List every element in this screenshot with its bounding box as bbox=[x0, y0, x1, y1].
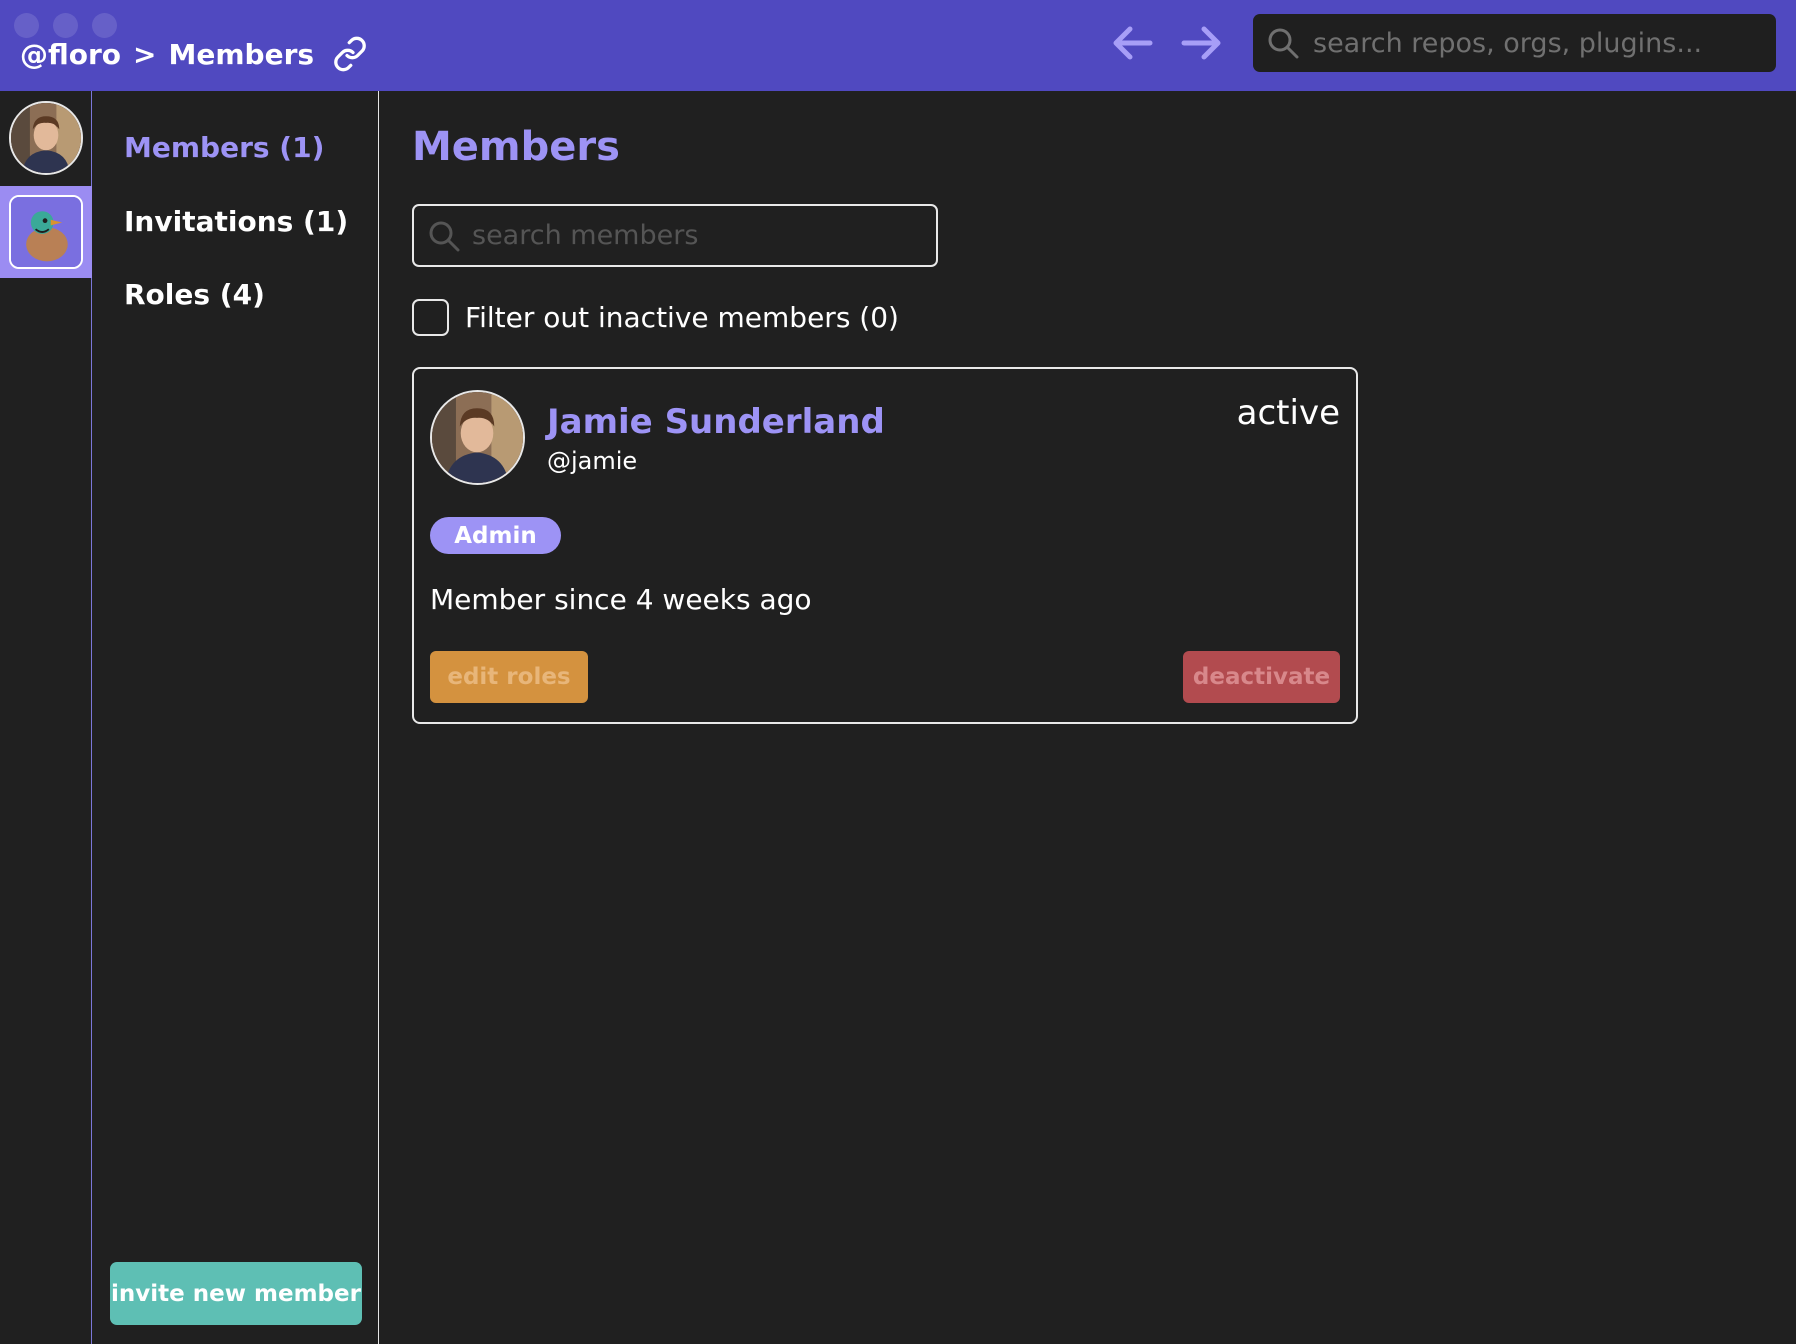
app-window: @floro > Members search repos, orgs, plu… bbox=[0, 0, 1796, 1344]
breadcrumb-page: Members bbox=[168, 37, 315, 71]
global-search-input[interactable] bbox=[1313, 27, 1753, 59]
account-rail bbox=[0, 91, 92, 1344]
sidebar-item-roles[interactable]: Roles (4) bbox=[124, 278, 265, 311]
member-status: active bbox=[1236, 393, 1340, 433]
breadcrumb-org[interactable]: @floro bbox=[20, 38, 121, 71]
user-avatar[interactable] bbox=[9, 101, 83, 175]
member-name[interactable]: Jamie Sunderland bbox=[547, 402, 885, 442]
link-icon[interactable] bbox=[332, 36, 368, 72]
org-switch-floro[interactable] bbox=[0, 186, 92, 278]
member-search-box[interactable] bbox=[412, 204, 938, 267]
window-controls bbox=[14, 13, 117, 38]
breadcrumb: @floro > Members bbox=[20, 36, 368, 72]
maximize-window-button[interactable] bbox=[92, 13, 117, 38]
filter-inactive-checkbox[interactable] bbox=[412, 298, 449, 336]
member-handle: @jamie bbox=[547, 447, 638, 475]
sidebar-item-invitations[interactable]: Invitations (1) bbox=[124, 205, 348, 238]
floro-duck-logo-icon[interactable] bbox=[9, 195, 83, 269]
minimize-window-button[interactable] bbox=[53, 13, 78, 38]
member-search-input[interactable] bbox=[472, 220, 932, 251]
member-since-text: Member since 4 weeks ago bbox=[430, 583, 812, 616]
sidebar-nav: Members (1) Invitations (1) Roles (4) in… bbox=[92, 91, 379, 1344]
sidebar-item-members[interactable]: Members (1) bbox=[124, 131, 324, 164]
breadcrumb-separator: > bbox=[133, 37, 157, 71]
title-bar: @floro > Members bbox=[0, 0, 1796, 91]
user-switch[interactable] bbox=[0, 92, 92, 184]
member-avatar bbox=[430, 390, 525, 485]
role-badge-admin: Admin bbox=[430, 517, 561, 554]
search-icon bbox=[1268, 28, 1299, 59]
main-content: Members Filter out inactive members (0) … bbox=[379, 91, 1796, 1344]
edit-roles-button[interactable]: edit roles bbox=[430, 651, 588, 703]
search-icon bbox=[429, 221, 460, 251]
member-card: Jamie Sunderland @jamie active Admin Mem… bbox=[412, 367, 1358, 724]
arrow-left-icon[interactable] bbox=[1110, 23, 1156, 63]
close-window-button[interactable] bbox=[14, 13, 39, 38]
page-title: Members bbox=[412, 124, 620, 170]
global-search-box[interactable] bbox=[1253, 14, 1776, 72]
arrow-right-icon[interactable] bbox=[1178, 23, 1224, 63]
filter-inactive-label: Filter out inactive members (0) bbox=[465, 300, 899, 334]
filter-inactive-toggle[interactable]: Filter out inactive members (0) bbox=[412, 298, 899, 336]
invite-new-member-button[interactable]: invite new member bbox=[110, 1262, 362, 1325]
deactivate-button[interactable]: deactivate bbox=[1183, 651, 1340, 703]
